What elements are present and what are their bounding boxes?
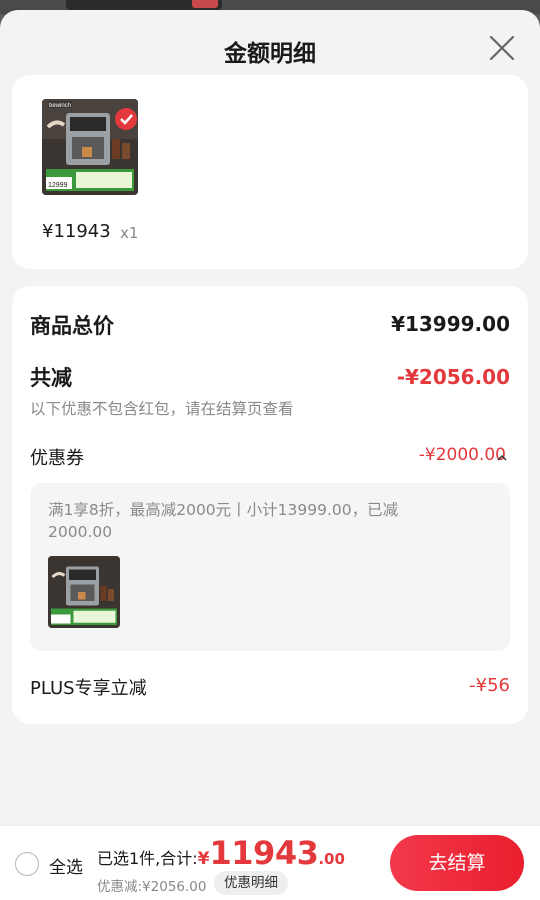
total-amount-integer: 11943 [209, 834, 319, 872]
coupon-value[interactable]: -¥2000.00 [419, 445, 506, 465]
product-price: ¥11943 [42, 221, 111, 242]
svg-text:bewinch: bewinch [49, 103, 71, 109]
discount-detail-button[interactable]: 优惠明细 [214, 871, 288, 895]
svg-text:12999: 12999 [48, 182, 68, 189]
total-price-value: ¥13999.00 [391, 312, 510, 336]
coffee-machine-image: bewinch 12999 [42, 99, 138, 195]
checkout-button[interactable]: 去结算 [390, 835, 524, 891]
background-product-thumbnail [66, 0, 222, 10]
coupon-description: 满1享8折，最高减2000元丨小计13999.00，已减2000.00 [48, 501, 399, 541]
coffee-machine-image [48, 556, 120, 628]
order-summary: 已选1件,合计:¥11943.00 [97, 834, 345, 872]
plus-discount-value: -¥56 [469, 675, 510, 696]
chevron-up-icon[interactable] [496, 452, 508, 464]
plus-discount-label: PLUS专享立减 [30, 678, 147, 699]
close-icon [489, 35, 515, 61]
product-card: bewinch 12999 ¥11943 x1 [12, 75, 528, 269]
total-reduction-value: -¥2056.00 [396, 365, 510, 389]
summary-prefix: 已选1件,合计: [97, 849, 198, 868]
total-price-label: 商品总价 [30, 314, 114, 338]
checkout-bar: 全选 已选1件,合计:¥11943.00 优惠减:¥2056.00 优惠明细 去… [0, 825, 540, 900]
total-currency: ¥ [197, 849, 210, 869]
amount-detail-card: 商品总价 ¥13999.00 共减 -¥2056.00 以下优惠不包含红包，请在… [12, 286, 528, 724]
coupon-product-thumbnail [48, 556, 120, 628]
total-amount-decimal: .00 [318, 850, 345, 868]
product-thumbnail[interactable]: bewinch 12999 [42, 99, 138, 195]
total-reduction-label: 共减 [30, 366, 72, 390]
close-button[interactable] [488, 34, 516, 62]
coupon-label[interactable]: 优惠券 [30, 444, 84, 470]
sheet-title: 金额明细 [224, 41, 316, 67]
discount-summary: 优惠减:¥2056.00 [97, 879, 207, 895]
product-quantity: x1 [120, 224, 139, 242]
coupon-detail-box: 满1享8折，最高减2000元丨小计13999.00，已减2000.00 [30, 483, 510, 651]
select-all-checkbox[interactable] [15, 852, 39, 876]
select-all-label[interactable]: 全选 [49, 853, 83, 878]
reduction-note: 以下优惠不包含红包，请在结算页查看 [30, 400, 294, 418]
